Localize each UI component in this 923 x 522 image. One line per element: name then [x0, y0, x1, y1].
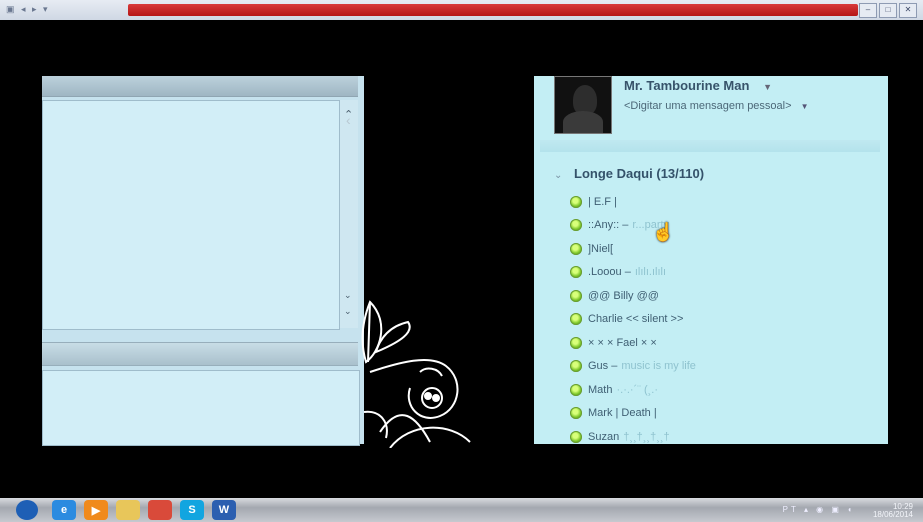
chevron-down-icon[interactable]: ▼	[801, 102, 809, 111]
list-item[interactable]: Gus – music is my life	[570, 355, 696, 379]
title-highlight-bar	[128, 4, 858, 16]
maximize-button[interactable]: □	[879, 3, 897, 18]
search-divider	[540, 140, 880, 152]
list-item[interactable]: Charlie << silent >>	[570, 308, 696, 332]
online-status-icon	[570, 219, 582, 232]
contact-personal-message: ılılı.ılılı	[634, 266, 666, 279]
scroll-down-icon[interactable]: ⌄	[344, 290, 352, 301]
display-name-text: Mr. Tambourine Man	[624, 78, 750, 93]
window-controls: – □ ✕	[859, 3, 917, 18]
contact-personal-message: †¸¸†¸¸†¸¸†	[623, 430, 670, 443]
list-item[interactable]: .Looou – ılılı.ılılı	[570, 261, 696, 285]
contact-personal-message: ·.·.·´¨ (¸.·	[616, 383, 658, 396]
personal-message-text: <Digitar uma mensagem pessoal>	[624, 100, 792, 112]
scroll-end-icon[interactable]: ⌄	[344, 306, 352, 317]
avatar[interactable]	[554, 76, 612, 134]
clock[interactable]: 10:29 18/06/2014	[873, 503, 913, 519]
windows-start-icon[interactable]	[16, 500, 38, 520]
chevron-down-icon[interactable]: ▼	[763, 82, 772, 92]
hand-cursor-icon: ☝	[652, 222, 675, 242]
chrome-icon[interactable]	[148, 500, 172, 520]
tray-icons[interactable]: PT ▴ ◉ ▣ ◖	[783, 505, 855, 514]
contact-name: ::Any:: –	[588, 219, 629, 232]
word-icon[interactable]: W	[212, 500, 236, 520]
skype-icon[interactable]: S	[180, 500, 204, 520]
clock-date: 18/06/2014	[872, 510, 913, 519]
list-item[interactable]: Mark | Death |	[570, 402, 696, 426]
online-status-icon	[570, 313, 582, 326]
contact-group-header[interactable]: ⌄ Longe Daqui (13/110)	[554, 166, 704, 181]
language-indicator[interactable]: PT	[783, 505, 799, 514]
group-name: Longe Daqui	[574, 166, 653, 181]
online-status-icon	[570, 383, 582, 396]
list-item[interactable]: @@ Billy @@	[570, 284, 696, 308]
formatting-toolbar	[42, 342, 358, 366]
list-item[interactable]: Math ·.·.·´¨ (¸.·	[570, 378, 696, 402]
contact-name: × × × Fael × ×	[588, 336, 657, 349]
contact-list: | E.F |::Any:: – r...party]Niel[.Looou – ı…	[570, 190, 696, 444]
list-item[interactable]: Suzan †¸¸†¸¸†¸¸†	[570, 425, 696, 444]
online-status-icon	[570, 289, 582, 302]
contact-list-window: Mr. Tambourine Man ▼ <Digitar uma mensag…	[534, 76, 888, 444]
minimize-button[interactable]: –	[859, 3, 877, 18]
display-name[interactable]: Mr. Tambourine Man ▼	[624, 78, 772, 93]
contact-name: Math	[588, 383, 613, 396]
folder-icon[interactable]	[116, 500, 140, 520]
conversation-pane	[42, 100, 340, 330]
contact-name: Mark | Death |	[588, 407, 657, 420]
ie-icon[interactable]: e	[52, 500, 76, 520]
taskbar: e ▶ S W PT ▴ ◉ ▣ ◖ 10:29 18/06/2014	[0, 498, 923, 522]
online-status-icon	[570, 430, 582, 443]
list-item[interactable]: ::Any:: – r...party	[570, 214, 696, 238]
online-status-icon	[570, 360, 582, 373]
window-title-bar: ▣ ◂ ▸ ▾ – □ ✕	[0, 0, 923, 20]
list-item[interactable]: | E.F |	[570, 190, 696, 214]
collapse-sidebar-icon[interactable]: ‹	[346, 112, 351, 128]
chat-window: ⌃ ⌄ ⌄	[42, 76, 364, 446]
contact-personal-message: music is my life	[621, 360, 696, 373]
online-status-icon	[570, 266, 582, 279]
contact-name: | E.F |	[588, 195, 617, 208]
contact-name: Gus –	[588, 360, 618, 373]
contact-name: @@ Billy @@	[588, 289, 659, 302]
online-status-icon	[570, 336, 582, 349]
contact-name: Charlie << silent >>	[588, 313, 684, 326]
avatar-shoulder-shape	[563, 111, 603, 133]
conversation-scrollbar[interactable]: ⌃ ⌄ ⌄	[340, 100, 358, 328]
list-item[interactable]: × × × Fael × ×	[570, 331, 696, 355]
media-player-icon[interactable]: ▶	[84, 500, 108, 520]
online-status-icon	[570, 242, 582, 255]
online-status-icon	[570, 407, 582, 420]
group-collapse-icon[interactable]: ⌄	[554, 170, 562, 181]
flower-drawing	[361, 300, 471, 448]
contact-name: ]Niel[	[588, 242, 614, 255]
contact-name: Suzan	[588, 430, 620, 443]
personal-message-field[interactable]: <Digitar uma mensagem pessoal> ▼	[624, 100, 809, 112]
list-item[interactable]: ]Niel[	[570, 237, 696, 261]
group-count: (13/110)	[656, 166, 705, 181]
online-status-icon	[570, 195, 582, 208]
quick-access-toolbar[interactable]: ▣ ◂ ▸ ▾	[6, 4, 50, 15]
contact-name: .Looou –	[588, 266, 631, 279]
message-input-pane[interactable]	[42, 370, 360, 446]
close-button[interactable]: ✕	[899, 3, 917, 18]
chat-window-header	[42, 76, 358, 97]
